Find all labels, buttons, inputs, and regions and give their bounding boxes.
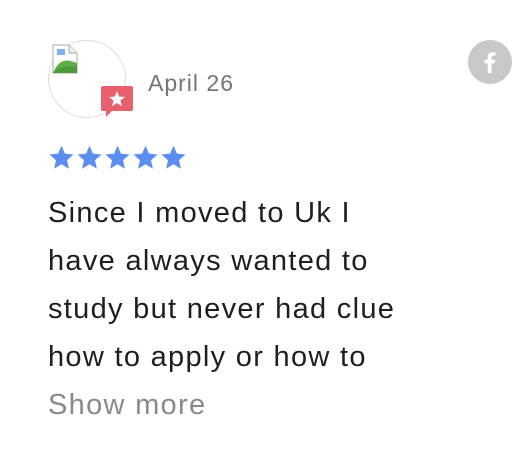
star-icon xyxy=(49,145,74,169)
star-icon xyxy=(133,145,158,169)
show-more-link[interactable]: Show more xyxy=(48,381,206,429)
facebook-share-button[interactable] xyxy=(468,40,512,84)
facebook-icon xyxy=(484,52,496,73)
star-icon xyxy=(105,145,130,169)
review-text: Since I moved to Uk I have always wanted… xyxy=(48,197,396,373)
star-badge-icon xyxy=(101,86,133,117)
star-rating xyxy=(48,144,187,174)
review-card: April 26 Since I moved to Uk I have alwa… xyxy=(0,0,528,474)
broken-image-icon xyxy=(52,44,78,74)
star-icon xyxy=(161,145,186,169)
star-icon xyxy=(77,145,102,169)
review-date: April 26 xyxy=(148,70,234,96)
